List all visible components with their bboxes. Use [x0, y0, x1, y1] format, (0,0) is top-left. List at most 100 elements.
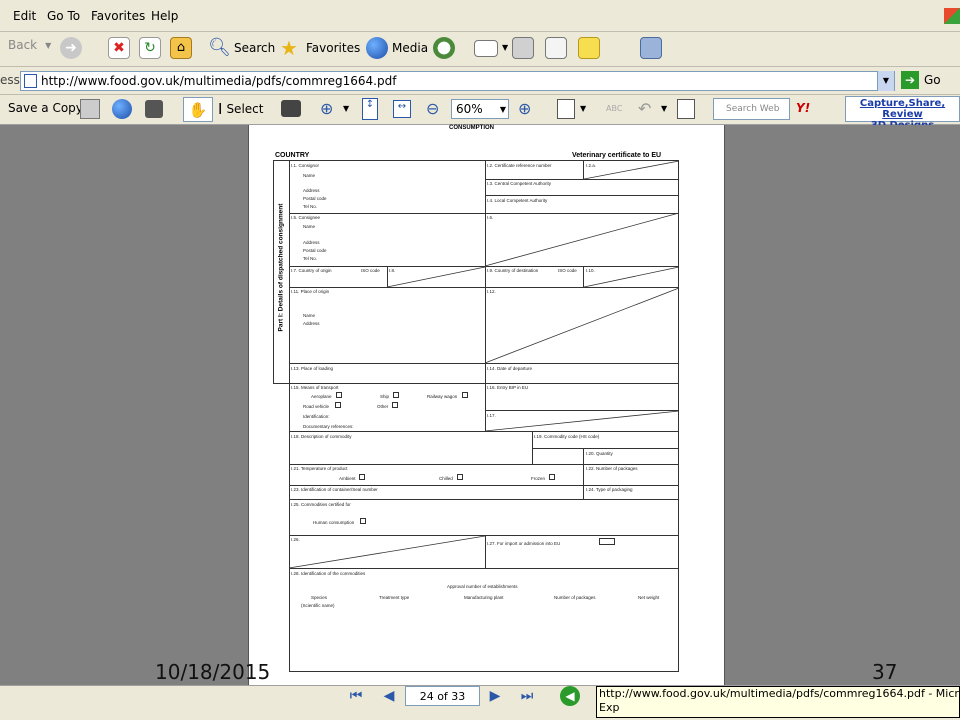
go-button[interactable]: ➔ Go	[901, 71, 941, 89]
go-label: Go	[924, 73, 941, 87]
research-icon	[640, 37, 662, 59]
refresh-button[interactable]: ↻	[139, 37, 165, 59]
railway-checkbox[interactable]	[462, 392, 468, 398]
next-page-icon[interactable]: ▶	[484, 686, 506, 706]
zoom-out-icon[interactable]: ⊖	[426, 99, 439, 118]
road-checkbox[interactable]	[335, 402, 341, 408]
field-2a: I.2.a.	[586, 163, 597, 168]
back-button[interactable]: Back ▼	[0, 38, 51, 52]
prev-page-icon[interactable]: ◀	[378, 686, 400, 706]
field-central-authority: I.3. Central Competent Authority	[487, 181, 552, 186]
document-viewport[interactable]: CONSUMPTION COUNTRY Veterinary certifica…	[0, 125, 960, 685]
web-search-input[interactable]: Search Web	[713, 98, 790, 120]
field-documentary-refs: Documentary references:	[303, 424, 354, 429]
menu-goto[interactable]: Go To	[47, 9, 80, 23]
mail-button[interactable]: ▼	[474, 37, 508, 57]
forward-button[interactable]: ➜	[60, 37, 82, 59]
field-iso-code: ISO code	[558, 268, 577, 273]
go-back-view-icon[interactable]: ◀	[560, 686, 580, 706]
menu-favorites[interactable]: Favorites	[91, 9, 145, 23]
field-local-authority: I.4. Local Competent Authority	[487, 198, 548, 203]
zoom-plus-icon[interactable]: ⊕	[518, 99, 531, 118]
field-frozen: Frozen	[531, 476, 546, 481]
yahoo-icon[interactable]: Y!	[796, 101, 810, 115]
address-input[interactable]: http://www.food.gov.uk/multimedia/pdfs/c…	[20, 71, 895, 91]
web-search-placeholder: Search Web	[726, 104, 780, 114]
clipboard-icon[interactable]	[677, 99, 695, 119]
col-packages: Number of packages	[554, 595, 596, 600]
pdf-page: CONSUMPTION COUNTRY Veterinary certifica…	[248, 125, 725, 685]
chevron-down-icon: ▼	[502, 42, 509, 52]
search-button[interactable]: 🔍︎ Search	[208, 37, 275, 59]
save-copy-label: Save a Copy	[8, 101, 83, 115]
promo-link[interactable]: Capture,Share, Review 3D Designs	[845, 96, 960, 131]
field-railway: Railway wagon	[427, 394, 458, 399]
field-12: I.12.	[487, 289, 496, 294]
address-dropdown-icon[interactable]: ▼	[877, 71, 894, 91]
other-checkbox[interactable]	[392, 402, 398, 408]
chilled-checkbox[interactable]	[457, 474, 463, 480]
back-label: Back	[8, 38, 38, 52]
aeroplane-checkbox[interactable]	[336, 392, 342, 398]
field-address: Address	[303, 188, 320, 193]
hand-tool-icon[interactable]: ✋	[183, 97, 213, 122]
field-6: I.6.	[487, 215, 494, 220]
chevron-down-icon[interactable]: ▼	[661, 104, 667, 113]
chevron-down-icon[interactable]: ▼	[580, 104, 586, 113]
address-bar: ess http://www.food.gov.uk/multimedia/pd…	[0, 67, 960, 95]
home-button[interactable]: ⌂	[170, 37, 196, 59]
print-button[interactable]	[512, 37, 538, 59]
print-icon[interactable]	[80, 99, 100, 119]
fit-width-icon[interactable]: ↔	[393, 100, 411, 118]
field-date-departure: I.14. Date of departure	[487, 366, 533, 371]
discuss-button[interactable]	[578, 37, 604, 59]
field-import-admission: I.27. For import or admission into EU	[487, 541, 561, 546]
binoculars-icon[interactable]	[145, 100, 163, 118]
zoom-select[interactable]: 60% ▼	[451, 99, 509, 119]
field-iso-code: ISO code	[361, 268, 380, 273]
page-number-field[interactable]: 24 of 33	[405, 686, 480, 706]
field-identification: Identification:	[303, 414, 330, 419]
field-container-seal: I.23. Identification of container/Seal n…	[291, 487, 378, 492]
first-page-icon[interactable]: ⏮	[345, 686, 367, 706]
zoom-in-icon[interactable]: ⊕	[320, 99, 333, 118]
undo-icon[interactable]: ↶	[638, 99, 651, 118]
col-scientific-name: (Scientific name)	[301, 603, 335, 608]
page-number-value: 24 of 33	[419, 689, 466, 703]
edit-button[interactable]	[545, 37, 571, 59]
field-postal: Postal code	[303, 196, 327, 201]
ship-checkbox[interactable]	[393, 392, 399, 398]
ambient-checkbox[interactable]	[359, 474, 365, 480]
email-icon[interactable]	[112, 99, 132, 119]
history-button[interactable]	[433, 37, 459, 59]
field-approval-number: Approval number of establishments	[447, 584, 518, 589]
field-name: Name	[303, 313, 316, 318]
menu-help[interactable]: Help	[151, 9, 178, 23]
chevron-down-icon[interactable]: ▼	[343, 104, 349, 113]
url-tooltip: http://www.food.gov.uk/multimedia/pdfs/c…	[596, 686, 960, 718]
menu-edit[interactable]: Edit	[13, 9, 36, 23]
frozen-checkbox[interactable]	[549, 474, 555, 480]
windows-flag-icon	[944, 8, 960, 24]
favorites-button[interactable]: ★ Favorites	[280, 37, 360, 59]
page-layout-icon[interactable]	[557, 99, 575, 119]
save-copy-button[interactable]: Save a Copy	[8, 101, 83, 115]
page-icon	[24, 74, 37, 88]
last-page-icon[interactable]: ⏭	[516, 686, 538, 706]
stop-button[interactable]: ✖	[108, 37, 134, 59]
media-button[interactable]: Media	[366, 37, 428, 59]
import-box[interactable]	[599, 538, 615, 545]
spellcheck-icon[interactable]: ABC	[606, 99, 626, 119]
research-button[interactable]	[640, 37, 666, 59]
human-consumption-checkbox[interactable]	[360, 518, 366, 524]
promo-line1: Capture,Share, Review	[859, 98, 946, 120]
field-consignor: I.1. Consignor	[291, 163, 320, 168]
search-icon: 🔍︎	[208, 37, 231, 58]
field-country-destination: I.9. Country of destination	[487, 268, 539, 273]
field-num-packages: I.22. Number of packages	[586, 466, 638, 471]
zoom-value: 60%	[456, 102, 483, 116]
snapshot-icon[interactable]	[281, 100, 301, 117]
fit-height-icon[interactable]: ↕	[362, 98, 378, 120]
select-tool-button[interactable]: Ⅰ Select	[218, 100, 263, 118]
search-label: Search	[234, 41, 276, 55]
